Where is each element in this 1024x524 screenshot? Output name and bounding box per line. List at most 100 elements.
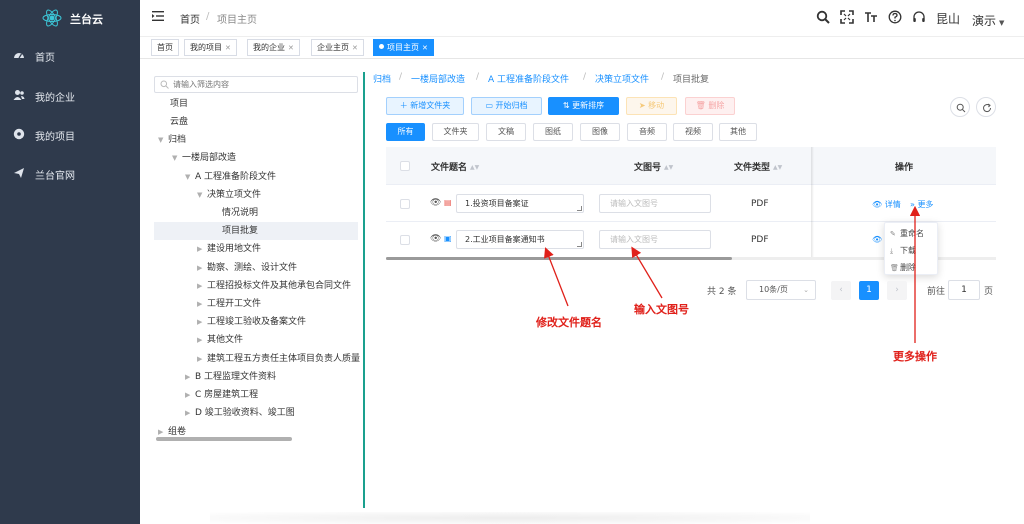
sort-icon[interactable]: ▲▼ [470,164,479,171]
filter-all[interactable]: 所有 [386,123,425,141]
tab-home[interactable]: 首页 [151,39,179,56]
annotation-rename: 修改文件题名 [536,316,602,329]
tree-filter-input[interactable] [173,78,353,91]
resize-grip-icon[interactable] [577,206,582,211]
sidebar-item-my-enterprise[interactable]: 我的企业 [0,81,140,109]
close-icon[interactable]: ✕ [288,44,294,52]
tree-node-approval[interactable]: 项目批复 [154,222,358,240]
menu-fold-icon[interactable] [152,10,164,22]
dropdown-item-download[interactable]: ⤓ 下载 [890,245,916,256]
update-sort-button[interactable]: ⇅ 更新排序 [548,97,619,115]
sidebar-item-home[interactable]: 首页 [0,41,140,69]
filter-image[interactable]: 图像 [580,123,620,141]
help-icon[interactable] [888,10,902,24]
tree-node-label: A 工程准备阶段文件 [195,172,277,182]
refresh-button[interactable] [976,97,996,117]
search-icon[interactable] [816,10,830,24]
doc-number-input[interactable]: 请输入文图号 [599,230,711,249]
column-header-file-type[interactable]: 文件类型 ▲▼ [734,160,782,173]
file-title-input[interactable]: 1.投资项目备案证 [456,194,584,213]
select-all-checkbox[interactable] [400,161,410,171]
tab-my-enterprise[interactable]: 我的企业 ✕ [247,39,300,56]
filter-folder[interactable]: 文件夹 [432,123,479,141]
sort-icon[interactable]: ▲▼ [773,164,782,171]
tab-project-home[interactable]: 项目主页 ✕ [373,39,434,56]
add-folder-button[interactable]: ＋ 新增文件夹 [386,97,464,115]
content-breadcrumb-decision[interactable]: 决策立项文件 [595,72,649,85]
more-link[interactable]: » 更多 [910,199,933,210]
table-horizontal-scrollbar[interactable] [386,257,732,260]
tree-node-bidding[interactable]: ▶ 工程招投标文件及其他承包合同文件 [197,277,360,295]
column-header-doc-no[interactable]: 文图号 ▲▼ [634,160,673,173]
tree-horizontal-scrollbar[interactable] [156,437,292,441]
headset-icon[interactable] [912,10,926,24]
row-checkbox[interactable] [400,235,410,245]
filter-drawing[interactable]: 图纸 [533,123,573,141]
eye-icon[interactable]: 👁 [872,235,882,244]
resize-grip-icon[interactable] [577,242,582,247]
tab-my-projects[interactable]: 我的项目 ✕ [184,39,237,56]
sort-icon[interactable]: ▲▼ [664,164,673,171]
tree-node-a-prep[interactable]: ▼ A 工程准备阶段文件 [185,168,360,186]
logo[interactable]: 兰台云 [0,0,140,36]
close-icon[interactable]: ✕ [422,44,428,52]
caret-right-icon: ▶ [197,300,203,308]
content-breadcrumb-prep[interactable]: A 工程准备阶段文件 [488,72,569,85]
content-breadcrumb-renovation[interactable]: 一楼局部改造 [411,72,465,85]
sidebar-item-my-projects[interactable]: 我的项目 [0,120,140,148]
panel-divider[interactable] [363,72,365,508]
user-menu[interactable]: 演示 ▼ [972,12,1004,29]
tree-node-project[interactable]: 项目 [170,95,360,113]
current-page-button[interactable]: 1 [859,281,879,300]
tree-node-commencement[interactable]: ▶ 工程开工文件 [197,295,360,313]
tree-node-survey[interactable]: ▶ 勘察、测绘、设计文件 [197,259,360,277]
tree-node-responsibility[interactable]: ▶ 建筑工程五方责任主体项目负责人质量终身责任 [197,350,360,368]
page-size-select[interactable]: 10条/页 ⌄ [746,280,816,300]
delete-button[interactable]: 🗑 删除 [685,97,735,115]
column-label: 文件题名 [431,163,468,173]
tree-node-other[interactable]: ▶ 其他文件 [197,331,360,349]
file-title-input[interactable]: 2.工业项目备案通知书 [456,230,584,249]
font-size-icon[interactable] [864,10,878,24]
filter-video[interactable]: 视频 [673,123,713,141]
breadcrumb-home[interactable]: 首页 [180,11,200,26]
tree-node-cloud[interactable]: 云盘 [170,113,360,131]
location-label[interactable]: 昆山 [936,10,960,27]
close-icon[interactable]: ✕ [352,44,358,52]
eye-icon[interactable]: 👁 [430,198,441,208]
tree-node-b-supervision[interactable]: ▶ B 工程监理文件资料 [185,368,360,386]
filter-other[interactable]: 其他 [719,123,757,141]
move-button[interactable]: ➤ 移动 [626,97,677,115]
next-page-button[interactable]: › [887,281,907,300]
content-breadcrumb-current: 项目批复 [673,75,710,85]
dropdown-label: 下载 [900,246,916,255]
tree-node-floor-renovation[interactable]: ▼ 一楼局部改造 [172,149,360,167]
eye-icon[interactable]: 👁 [430,234,441,244]
details-link[interactable]: 👁 详情 [872,199,901,210]
column-header-title[interactable]: 文件题名 ▲▼ [431,160,479,173]
goto-page-input[interactable]: 1 [948,280,980,300]
prev-page-button[interactable]: ‹ [831,281,851,300]
filter-document[interactable]: 文稿 [486,123,526,141]
tree-node-label: 情况说明 [222,208,259,218]
tab-enterprise-home[interactable]: 企业主页 ✕ [311,39,364,56]
start-archive-button[interactable]: ▭ 开始归档 [471,97,542,115]
doc-number-input[interactable]: 请输入文图号 [599,194,711,213]
tree-node-decision[interactable]: ▼ 决策立项文件 [197,186,360,204]
tree-node-acceptance[interactable]: ▶ 工程竣工验收及备案文件 [197,313,360,331]
tree-node-volume[interactable]: ▶ 组卷 [158,423,358,437]
content-breadcrumb-archive[interactable]: 归档 [373,72,391,85]
dropdown-item-delete[interactable]: 🗑删除 [890,262,916,273]
row-checkbox[interactable] [400,199,410,209]
tree-node-archive[interactable]: ▼ 归档 [158,131,358,149]
fullscreen-icon[interactable] [840,10,854,24]
close-icon[interactable]: ✕ [225,44,231,52]
tree-node-c-building[interactable]: ▶ C 房屋建筑工程 [185,386,360,404]
tree-node-land[interactable]: ▶ 建设用地文件 [197,240,360,258]
table-search-button[interactable] [950,97,970,117]
tree-node-d-completion[interactable]: ▶ D 竣工验收资料、竣工图 [185,404,360,422]
dropdown-item-rename[interactable]: ✎ 重命名 [890,228,924,239]
filter-audio[interactable]: 音频 [627,123,667,141]
sidebar-item-official-site[interactable]: 兰台官网 [0,159,140,187]
tree-node-situation[interactable]: 情况说明 [222,204,360,222]
